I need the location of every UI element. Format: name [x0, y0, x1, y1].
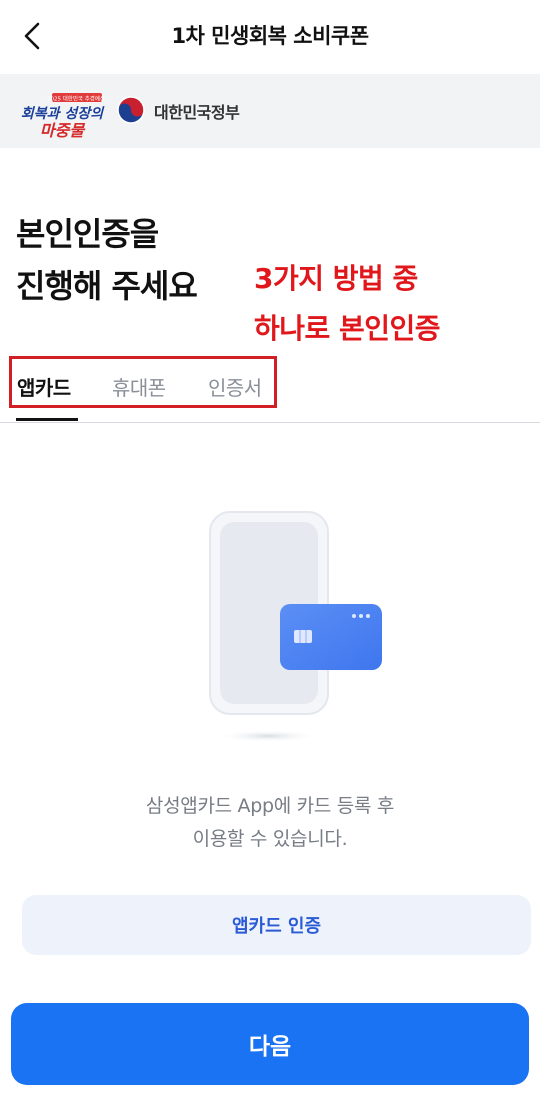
- top-bar: 1차 민생회복 소비쿠폰: [0, 0, 540, 72]
- headline-line2: 진행해 주세요: [16, 267, 198, 305]
- active-tab-indicator: [16, 418, 78, 421]
- tab-divider: [0, 422, 540, 423]
- description-line2: 이용할 수 있습니다.: [192, 828, 348, 850]
- headline-line1: 본인인증을: [16, 215, 159, 253]
- campaign-logo-line1: 회복과 성장의: [21, 106, 105, 122]
- annotation-line2: 하나로 본인인증: [254, 312, 441, 345]
- tab-appcard[interactable]: 앱카드: [17, 372, 71, 401]
- page-title: 1차 민생회복 소비쿠폰: [171, 24, 369, 48]
- headline: 본인인증을 진행해 주세요: [16, 208, 198, 312]
- taegeuk-emblem-icon: [117, 96, 145, 124]
- campaign-logo-line2: 마중물: [40, 121, 86, 140]
- tab-phone[interactable]: 휴대폰: [112, 372, 166, 401]
- description: 삼성앱카드 App에 카드 등록 후 이용할 수 있습니다.: [0, 790, 540, 856]
- campaign-logo: 2025 대한민국 추경예산 회복과 성장의 마중물: [21, 93, 105, 140]
- annotation-line1: 3가지 방법 중: [254, 262, 418, 295]
- gov-name: 대한민국정부: [154, 103, 240, 122]
- next-button[interactable]: 다음: [11, 1003, 529, 1085]
- description-line1: 삼성앱카드 App에 카드 등록 후: [145, 795, 395, 817]
- annotation-note: 3가지 방법 중 하나로 본인인증: [254, 254, 441, 354]
- appcard-auth-button[interactable]: 앱카드 인증: [22, 895, 531, 955]
- phone-with-card-icon: [209, 511, 382, 742]
- tab-certificate[interactable]: 인증서: [208, 372, 262, 401]
- campaign-logo-tag: 2025 대한민국 추경예산: [47, 94, 105, 102]
